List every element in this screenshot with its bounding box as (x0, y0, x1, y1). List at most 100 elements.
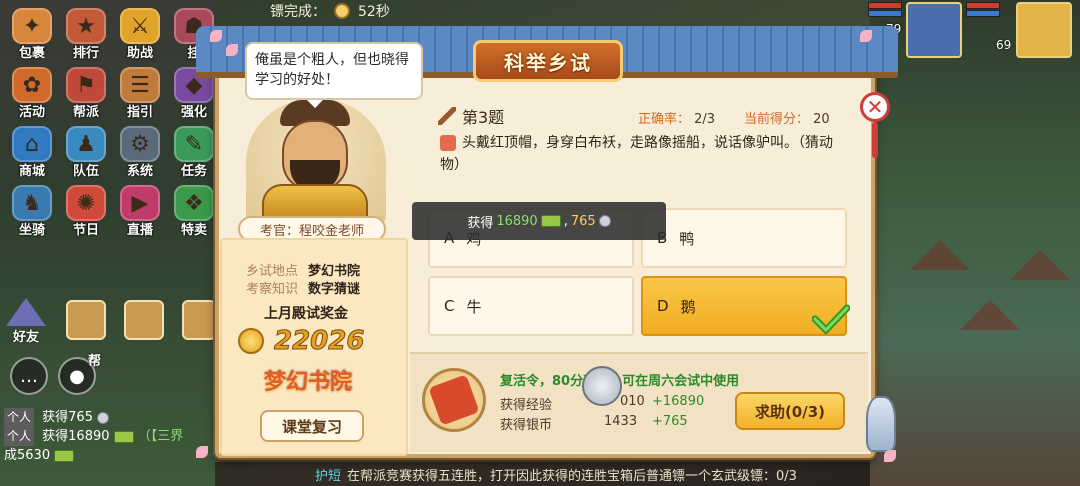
pet-avatar[interactable] (906, 2, 962, 58)
chat-text-extra: （【三界 (137, 429, 184, 444)
friends-button[interactable]: 好友 (6, 298, 46, 345)
exam-location-key: 乡试地点 (246, 264, 299, 279)
petal-decoration (226, 44, 238, 56)
system-broadcast: 护短 在帮派竞赛获得五连胜，打开因此获得的连胜宝箱后普通镖一个玄武级镖：0/3 (215, 462, 870, 486)
menu-item[interactable]: ★ 排行 (60, 8, 112, 61)
toast-sep: , (563, 213, 568, 229)
mount-icon: ♞ (12, 185, 52, 221)
player-level: 69 (996, 38, 1012, 52)
escort-status-label: 镖完成： (270, 4, 326, 20)
exam-topic-row: 考察知识 数字猜谜 (246, 278, 360, 297)
chat-bubble-button[interactable]: … (10, 357, 48, 395)
option-c[interactable]: C 牛 (428, 276, 634, 336)
menu-item[interactable]: ⚙ 系统 (114, 126, 166, 179)
examiner-speech-bubble: 俺虽是个粗人，但也晓得学习的好处！ (245, 42, 423, 108)
pet-hp-mp-bars (868, 2, 902, 17)
guide-icon: ☰ (120, 67, 160, 103)
menu-item-label: 坐骑 (18, 223, 45, 238)
quest-icon: ✎ (174, 126, 214, 162)
menu-item[interactable]: ⚑ 帮派 (60, 67, 112, 120)
menu-item-label: 任务 (180, 164, 207, 179)
player-hp-mp-bars (966, 2, 1000, 17)
main-menu-grid: ✦ 包裹 ★ 排行 ⚔ 助战 ☗ 挂 ✿ 活动 ⚑ 帮派 ☰ 指引 ◆ 强化 ⌂ 商城 ♟ 队伍 ⚙ 系统 ✎ 任务 ♞ 坐骑 ✺ 节… (6, 8, 220, 238)
team-member-slot[interactable] (124, 300, 164, 340)
exam-topic-key: 考察知识 (246, 282, 299, 297)
silver-coin-icon (598, 215, 611, 227)
player-avatar[interactable] (1016, 2, 1072, 58)
broadcast-text: 在帮派竞赛获得五连胜，打开因此获得的连胜宝箱后普通镖一个玄武级镖：0/3 (347, 468, 797, 484)
class-review-button[interactable]: 课堂复习 (260, 410, 364, 442)
menu-item[interactable]: ☰ 指引 (114, 67, 166, 120)
score-label: 当前得分： (744, 112, 810, 127)
sale-icon: ❖ (174, 185, 214, 221)
menu-item[interactable]: ⚔ 助战 (114, 8, 166, 61)
silver-coin-icon (582, 366, 622, 406)
team-member-slot[interactable] (182, 300, 216, 340)
reward-silver-total: 1433 (604, 414, 638, 429)
clock-icon (334, 3, 350, 19)
question-body: 头戴红顶帽，身穿白布袄，走路像摇船，说话像驴叫。（猜动物） (440, 135, 833, 173)
chat-line: 个人 获得16890 （【三界 (4, 427, 183, 446)
bag-icon: ✦ (12, 8, 52, 44)
prize-title: 上月殿试奖金 (264, 306, 348, 322)
option-b[interactable]: B 鸭 (641, 208, 847, 268)
prize-value: 22026 (273, 326, 365, 357)
menu-item[interactable]: ♟ 队伍 (60, 126, 112, 179)
chat-log: 个人 获得765 个人 获得16890 （【三界 成5630 (4, 408, 183, 465)
exp-badge-icon (54, 449, 75, 462)
question-number: 第3题 (438, 104, 504, 128)
menu-item-label: 帮派 (72, 105, 99, 120)
chat-text: 获得16890 (42, 429, 110, 444)
menu-item-label: 强化 (180, 105, 207, 120)
shop-icon: ⌂ (12, 126, 52, 162)
score-value: 20 (813, 112, 830, 127)
menu-item-label: 节日 (72, 223, 99, 238)
menu-item[interactable]: ✎ 任务 (168, 126, 220, 179)
menu-item[interactable]: ❖ 特卖 (168, 185, 220, 238)
chat-line: 成5630 (4, 446, 183, 465)
exam-location-row: 乡试地点 梦幻书院 (246, 260, 360, 279)
exam-topic-value: 数字猜谜 (308, 282, 361, 297)
close-button[interactable]: ✕ (860, 92, 890, 122)
menu-item[interactable]: ✿ 活动 (6, 67, 58, 120)
exam-location-value: 梦幻书院 (308, 264, 361, 279)
menu-item[interactable]: ✦ 包裹 (6, 8, 58, 61)
vase-decoration (866, 396, 896, 452)
chat-line: 个人 获得765 (4, 408, 183, 427)
chat-text: 获得765 (42, 410, 93, 425)
menu-item-label: 排行 (72, 46, 99, 61)
gold-coin-icon (238, 328, 264, 354)
brush-icon (438, 107, 456, 125)
menu-item[interactable]: ⌂ 商城 (6, 126, 58, 179)
festival-icon: ✺ (66, 185, 106, 221)
accuracy-stat: 正确率： 2/3 (638, 108, 715, 127)
tassel-decoration (872, 122, 878, 158)
friends-label: 好友 (12, 330, 39, 345)
exp-badge-icon (113, 430, 134, 443)
toast-prefix: 获得 (467, 215, 494, 231)
ask-help-button[interactable]: 求助(0/3) (735, 392, 845, 430)
question-text: 头戴红顶帽，身穿白布袄，走路像摇船，说话像驴叫。（猜动物） (440, 132, 840, 176)
question-number-text: 第3题 (462, 108, 505, 127)
menu-item[interactable]: ✺ 节日 (60, 185, 112, 238)
menu-item-label: 直播 (126, 223, 153, 238)
option-text: 鹅 (680, 297, 696, 316)
reward-toast: 获得 16890 , 765 (412, 202, 666, 240)
examiner-armor (262, 184, 368, 220)
menu-item-label: 活动 (18, 105, 45, 120)
rank-icon: ★ (66, 8, 106, 44)
guild-icon: ⚑ (66, 67, 106, 103)
team-member-slot[interactable] (66, 300, 106, 340)
menu-item-label: 系统 (126, 164, 153, 179)
option-letter: D (657, 297, 669, 315)
petal-decoration (884, 450, 896, 462)
menu-item[interactable]: ▶ 直播 (114, 185, 166, 238)
assist-icon: ⚔ (120, 8, 160, 44)
option-text: 牛 (466, 297, 482, 316)
help-label: 帮 (88, 354, 102, 369)
activity-icon: ✿ (12, 67, 52, 103)
chat-channel-tag: 个人 (4, 427, 35, 446)
live-icon: ▶ (120, 185, 160, 221)
menu-item[interactable]: ♞ 坐骑 (6, 185, 58, 238)
option-text: 鸭 (679, 229, 695, 248)
